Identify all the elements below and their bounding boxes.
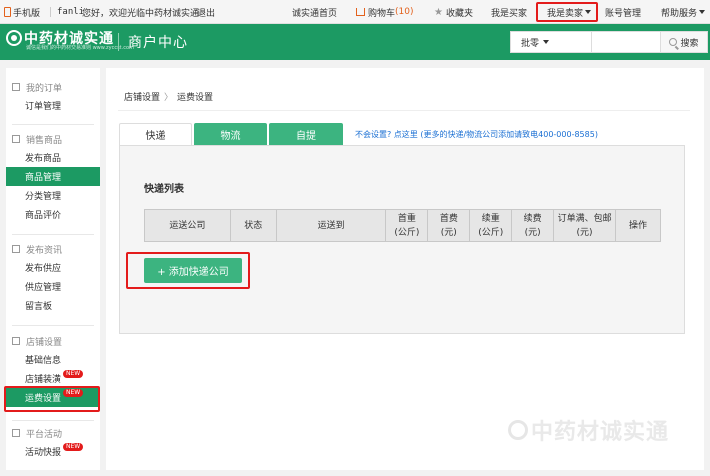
search-icon bbox=[669, 38, 678, 46]
home-link[interactable]: 诚实通首页 bbox=[292, 0, 337, 24]
sidebar-item-publish-product[interactable]: 发布商品 bbox=[6, 148, 100, 167]
express-table: 运送公司 状态 运送到 首重 (公斤) 首费 (元) 续重 (公斤) 续费 (元… bbox=[144, 209, 661, 242]
divider bbox=[12, 124, 94, 125]
breadcrumb: 店铺设置 〉 运费设置 bbox=[124, 90, 213, 103]
chevron-down-icon bbox=[699, 10, 706, 14]
site-header: 中药材诚实通 诚信是我们的中药材交易准则 www.zyccst.com 商户中心… bbox=[0, 24, 710, 60]
list-icon bbox=[12, 135, 20, 143]
search-button[interactable]: 搜索 bbox=[660, 31, 708, 53]
sidebar-item-order-manage[interactable]: 订单管理 bbox=[6, 96, 100, 115]
table-header-row: 运送公司 状态 运送到 首重 (公斤) 首费 (元) 续重 (公斤) 续费 (元… bbox=[144, 209, 661, 242]
favorites-link[interactable]: ★ 收藏夹 bbox=[434, 0, 473, 24]
new-badge: NEW bbox=[63, 369, 84, 378]
divider bbox=[50, 7, 51, 17]
divider bbox=[12, 325, 94, 326]
sidebar-group-title: 店铺设置 bbox=[6, 332, 100, 350]
help-menu[interactable]: 帮助服务 bbox=[661, 0, 706, 24]
divider bbox=[12, 420, 94, 421]
header-divider bbox=[118, 33, 119, 51]
sidebar-item-basic-info[interactable]: 基础信息 bbox=[6, 350, 100, 369]
express-panel: 快递列表 运送公司 状态 运送到 首重 (公斤) 首费 (元) 续重 (公斤) … bbox=[119, 145, 685, 334]
sidebar-item-message-board[interactable]: 留言板 bbox=[6, 296, 100, 315]
shop-icon bbox=[12, 337, 20, 345]
sidebar-item-supply-manage[interactable]: 供应管理 bbox=[6, 277, 100, 296]
watermark-logo-icon bbox=[508, 420, 528, 440]
col-destination: 运送到 bbox=[275, 209, 387, 242]
breadcrumb-separator: 〉 bbox=[164, 93, 174, 103]
order-icon bbox=[12, 83, 20, 91]
username[interactable]: fanli bbox=[57, 0, 84, 24]
mobile-link[interactable]: 手机版 bbox=[4, 0, 40, 24]
tab-pickup[interactable]: 自提 bbox=[269, 123, 343, 145]
highlight-add-button bbox=[126, 252, 250, 289]
sidebar-item-publish-supply[interactable]: 发布供应 bbox=[6, 258, 100, 277]
chevron-down-icon bbox=[543, 40, 550, 44]
watermark: 中药材诚实通 bbox=[508, 414, 669, 446]
breadcrumb-current: 运费设置 bbox=[177, 93, 214, 103]
col-first-fee: 首费 (元) bbox=[427, 209, 471, 242]
sidebar-group-info: 发布资讯 发布供应 供应管理 留言板 bbox=[6, 240, 100, 315]
col-status: 状态 bbox=[229, 209, 277, 242]
highlight-shipping-settings bbox=[4, 386, 100, 412]
help-link[interactable]: 不会设置? 点这里 (更多的快递/物流公司添加请致电400-000-8585) bbox=[355, 129, 598, 140]
sidebar-group-orders: 我的订单 订单管理 bbox=[6, 78, 100, 115]
col-first-weight: 首重 (公斤) bbox=[385, 209, 429, 242]
highlight-seller-menu bbox=[536, 2, 598, 22]
col-extra-fee: 续费 (元) bbox=[511, 209, 555, 242]
top-bar: 手机版 fanli 您好，欢迎光临中药材诚实通 退出 诚实通首页 购物车 (10… bbox=[0, 0, 710, 24]
new-badge: NEW bbox=[63, 442, 84, 451]
sidebar-item-product-manage[interactable]: 商品管理 bbox=[6, 167, 100, 186]
sidebar-item-category-manage[interactable]: 分类管理 bbox=[6, 186, 100, 205]
col-extra-weight: 续重 (公斤) bbox=[469, 209, 513, 242]
logout-link[interactable]: 退出 bbox=[197, 0, 215, 24]
activity-icon bbox=[12, 429, 20, 437]
logo-icon bbox=[6, 30, 22, 46]
tab-logistics[interactable]: 物流 bbox=[194, 123, 267, 145]
sidebar-group-title: 我的订单 bbox=[6, 78, 100, 96]
sidebar-group-activity: 平台活动 活动快报 NEW bbox=[6, 424, 100, 461]
breadcrumb-parent[interactable]: 店铺设置 bbox=[124, 90, 160, 103]
phone-icon bbox=[4, 7, 11, 17]
greeting-text: 您好，欢迎光临中药材诚实通 bbox=[82, 8, 200, 19]
cart-link[interactable]: 购物车 (10) bbox=[356, 0, 414, 24]
account-link[interactable]: 账号管理 bbox=[605, 0, 641, 24]
sidebar-group-products: 销售商品 发布商品 商品管理 分类管理 商品评价 bbox=[6, 130, 100, 224]
sidebar-item-product-review[interactable]: 商品评价 bbox=[6, 205, 100, 224]
search-type-select[interactable]: 批零 bbox=[510, 31, 592, 53]
divider bbox=[12, 234, 94, 235]
star-icon: ★ bbox=[434, 6, 443, 18]
chart-icon bbox=[12, 245, 20, 253]
sidebar-item-activity-news[interactable]: 活动快报 NEW bbox=[6, 442, 100, 461]
sidebar-group-title: 发布资讯 bbox=[6, 240, 100, 258]
cart-icon bbox=[356, 8, 365, 16]
list-title: 快递列表 bbox=[144, 184, 184, 195]
col-free-shipping: 订单满、包邮 (元) bbox=[553, 209, 617, 242]
tab-express[interactable]: 快递 bbox=[119, 123, 192, 145]
sidebar-group-title: 销售商品 bbox=[6, 130, 100, 148]
col-company: 运送公司 bbox=[144, 209, 231, 242]
divider bbox=[118, 110, 690, 111]
page-title: 商户中心 bbox=[128, 35, 188, 51]
sidebar-group-title: 平台活动 bbox=[6, 424, 100, 442]
buyer-link[interactable]: 我是买家 bbox=[491, 0, 527, 24]
col-actions: 操作 bbox=[615, 209, 661, 242]
